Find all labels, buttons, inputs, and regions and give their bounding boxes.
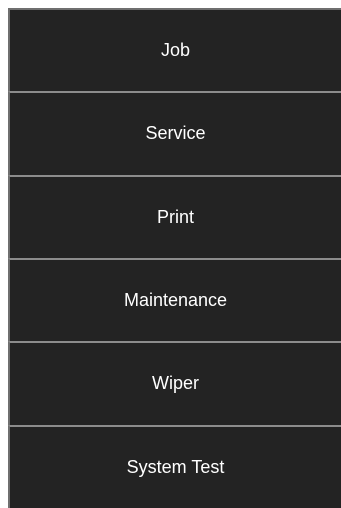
menu-item-label: Print xyxy=(156,206,194,227)
menu-item-label: Job xyxy=(160,40,191,61)
menu-item-wiper[interactable]: Wiper xyxy=(8,341,341,425)
menu-item-system-test[interactable]: System Test xyxy=(8,424,341,508)
menu-item-label: Service xyxy=(145,123,206,144)
menu-item-label: System Test xyxy=(126,456,225,477)
main-menu: Job Service Print Maintenance Wiper Syst… xyxy=(8,8,341,508)
menu-item-service[interactable]: Service xyxy=(8,91,341,175)
menu-item-label: Maintenance xyxy=(123,290,228,311)
menu-item-job[interactable]: Job xyxy=(8,8,341,92)
menu-item-label: Wiper xyxy=(151,373,199,394)
menu-item-print[interactable]: Print xyxy=(8,174,341,258)
menu-item-maintenance[interactable]: Maintenance xyxy=(8,257,341,342)
